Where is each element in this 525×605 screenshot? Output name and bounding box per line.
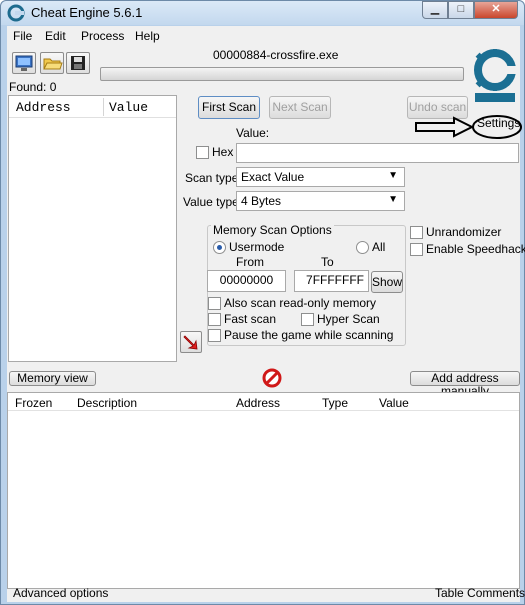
- folder-icon: [43, 58, 63, 70]
- advanced-options-link[interactable]: Advanced options: [13, 586, 108, 600]
- save-button[interactable]: [66, 52, 90, 74]
- memory-scan-options-title: Memory Scan Options: [211, 223, 334, 237]
- menu-help[interactable]: Help: [135, 29, 160, 43]
- chevron-down-icon: ▼: [388, 194, 398, 205]
- header-address[interactable]: Address: [16, 100, 71, 115]
- pause-game-label: Pause the game while scanning: [224, 328, 394, 342]
- results-list[interactable]: Address Value: [8, 95, 177, 362]
- cheat-engine-logo[interactable]: [471, 46, 519, 106]
- header-divider: [8, 410, 519, 411]
- scan-progress-bar: [100, 67, 464, 81]
- minimize-button[interactable]: ▁: [422, 1, 448, 19]
- to-address-input[interactable]: 7FFFFFFF: [294, 270, 369, 292]
- client-area: File Edit Process Help 00000884-crossfir…: [7, 26, 525, 602]
- column-divider: [103, 98, 104, 116]
- menu-process[interactable]: Process: [81, 29, 124, 43]
- col-description[interactable]: Description: [77, 396, 137, 410]
- col-address[interactable]: Address: [236, 396, 280, 410]
- close-button[interactable]: ✕: [474, 1, 518, 19]
- menu-bar: File Edit Process Help: [7, 26, 520, 46]
- from-label: From: [236, 255, 264, 269]
- hex-label: Hex: [212, 145, 234, 159]
- found-count: Found: 0: [9, 80, 57, 94]
- col-frozen[interactable]: Frozen: [15, 396, 52, 410]
- scan-type-label: Scan type: [185, 171, 239, 185]
- address-table[interactable]: [7, 392, 520, 589]
- value-type-value: 4 Bytes: [241, 194, 282, 208]
- speedhack-label: Enable Speedhack: [426, 242, 525, 256]
- open-process-button[interactable]: [12, 52, 36, 74]
- value-input[interactable]: [236, 143, 519, 163]
- value-type-select[interactable]: 4 Bytes ▼: [236, 191, 405, 211]
- table-comments-link[interactable]: Table Comments: [435, 586, 525, 600]
- maximize-button[interactable]: □: [448, 1, 474, 19]
- add-address-manually-button[interactable]: Add address manually: [410, 371, 520, 398]
- scan-type-value: Exact Value: [241, 170, 305, 184]
- main-window: Cheat Engine 5.6.1 ▁ □ ✕ File Edit Proce…: [0, 0, 525, 605]
- value-label: Value:: [236, 126, 270, 140]
- settings-link[interactable]: Settings: [477, 116, 520, 130]
- app-icon: [7, 4, 25, 22]
- floppy-disk-icon: [71, 56, 85, 70]
- usermode-label: Usermode: [229, 240, 285, 254]
- value-type-label: Value type: [183, 195, 239, 209]
- readonly-checkbox[interactable]: [208, 297, 221, 310]
- fast-scan-label: Fast scan: [224, 312, 277, 326]
- col-value[interactable]: Value: [379, 396, 409, 410]
- all-label: All: [372, 240, 386, 254]
- header-value[interactable]: Value: [109, 100, 148, 115]
- status-bar: Advanced options Table Comments: [7, 584, 525, 602]
- add-to-list-button[interactable]: [180, 331, 202, 353]
- open-file-button[interactable]: [40, 52, 64, 74]
- results-header: Address Value: [9, 96, 176, 118]
- next-scan-button[interactable]: Next Scan: [269, 96, 331, 119]
- unrandomizer-checkbox[interactable]: [410, 226, 423, 239]
- show-button[interactable]: Show: [371, 271, 403, 293]
- hex-checkbox[interactable]: [196, 146, 209, 159]
- menu-file[interactable]: File: [13, 29, 32, 43]
- fast-scan-checkbox[interactable]: [208, 313, 221, 326]
- to-label: To: [321, 255, 334, 269]
- col-type[interactable]: Type: [322, 396, 348, 410]
- all-radio[interactable]: [356, 241, 369, 254]
- scan-type-select[interactable]: Exact Value ▼: [236, 167, 405, 187]
- clear-list-button[interactable]: [262, 368, 282, 388]
- red-arrow-icon: [183, 335, 198, 350]
- chevron-down-icon: ▼: [388, 170, 398, 181]
- menu-edit[interactable]: Edit: [45, 29, 66, 43]
- hyper-scan-label: Hyper Scan: [317, 312, 380, 326]
- readonly-label: Also scan read-only memory: [224, 296, 377, 310]
- unrandomizer-label: Unrandomizer: [426, 225, 502, 239]
- computer-icon: [15, 55, 33, 71]
- first-scan-button[interactable]: First Scan: [198, 96, 260, 119]
- from-address-input[interactable]: 00000000: [207, 270, 286, 292]
- no-entry-icon: [262, 368, 282, 388]
- hyper-scan-checkbox[interactable]: [301, 313, 314, 326]
- title-bar[interactable]: Cheat Engine 5.6.1 ▁ □ ✕: [1, 1, 524, 25]
- usermode-radio[interactable]: [213, 241, 226, 254]
- speedhack-checkbox[interactable]: [410, 243, 423, 256]
- window-title: Cheat Engine 5.6.1: [31, 5, 143, 20]
- process-name: 00000884-crossfire.exe: [213, 48, 339, 62]
- pause-game-checkbox[interactable]: [208, 329, 221, 342]
- memory-view-button[interactable]: Memory view: [9, 371, 96, 386]
